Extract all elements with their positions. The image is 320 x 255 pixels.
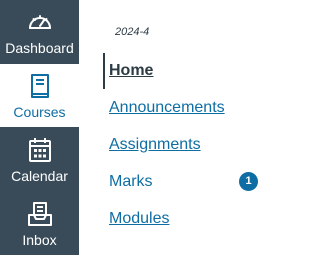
course-link-home[interactable]: Home [109,61,153,81]
dashboard-gauge-icon [26,8,54,36]
course-link-modules[interactable]: Modules [109,209,169,229]
course-navigation: 2024-4 Home Announcements Assignments Ma… [79,0,288,255]
course-link-assignments[interactable]: Assignments [109,135,201,155]
nav-item-calendar[interactable]: Calendar [0,128,79,191]
marks-count-badge: 1 [239,172,258,191]
nav-label-inbox: Inbox [22,232,57,248]
courses-book-icon [26,72,54,100]
global-navigation: Dashboard Courses Calendar Inbox [0,0,79,255]
course-term-label: 2024-4 [115,26,150,38]
nav-item-courses[interactable]: Courses [0,64,79,127]
inbox-icon [26,200,54,228]
active-link-indicator [103,53,105,89]
nav-item-inbox[interactable]: Inbox [0,192,79,255]
course-link-marks[interactable]: Marks [109,172,153,192]
nav-label-dashboard: Dashboard [5,40,74,56]
course-link-announcements[interactable]: Announcements [109,98,225,118]
nav-label-courses: Courses [13,104,66,120]
nav-label-calendar: Calendar [11,168,68,184]
calendar-icon [26,136,54,164]
nav-item-dashboard[interactable]: Dashboard [0,0,79,63]
